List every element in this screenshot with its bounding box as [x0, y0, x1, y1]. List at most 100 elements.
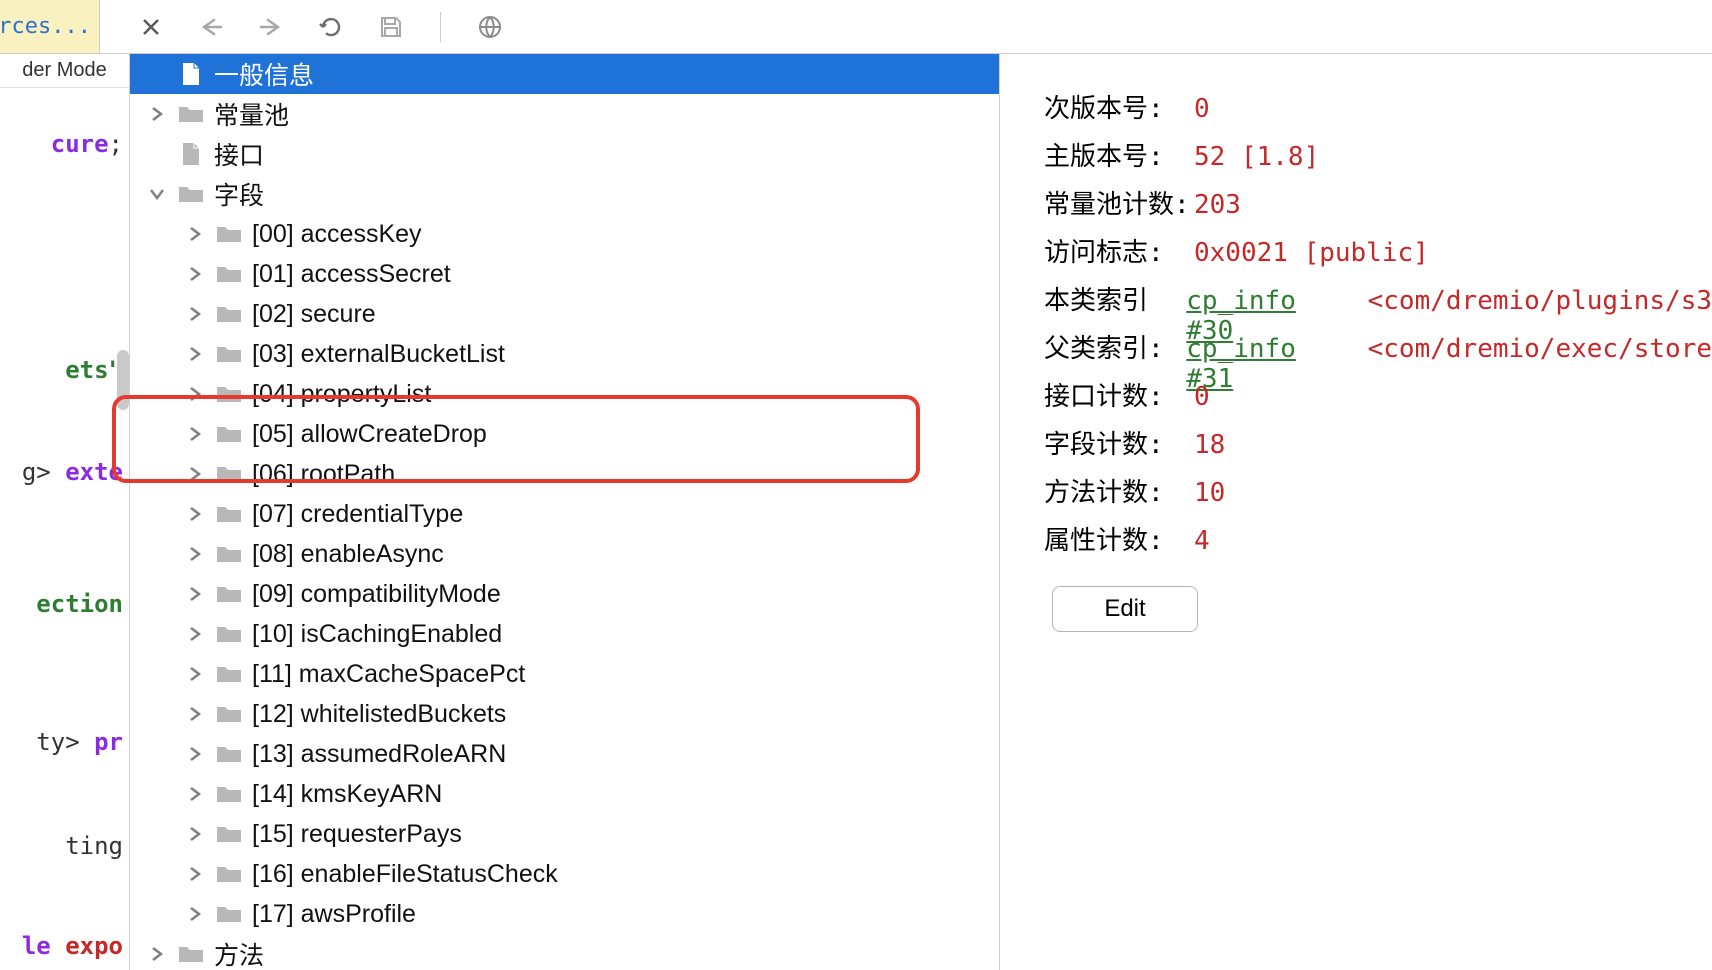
chevron-icon[interactable]: [184, 866, 206, 882]
tree-item[interactable]: [02] secure: [130, 294, 999, 334]
tree-item-label: [17] awsProfile: [252, 900, 416, 929]
folder-icon: [216, 263, 242, 285]
forward-icon[interactable]: [256, 12, 286, 42]
detail-row: 主版本号:52 [1.8]: [1044, 136, 1712, 184]
tree-item-label: 接口: [214, 136, 264, 172]
toolbar-separator: [440, 12, 441, 42]
chevron-icon[interactable]: [184, 306, 206, 322]
tree-item[interactable]: [09] compatibilityMode: [130, 574, 999, 614]
tree-item[interactable]: [05] allowCreateDrop: [130, 414, 999, 454]
tree-item[interactable]: [06] rootPath: [130, 454, 999, 494]
toolbar-icons: [100, 12, 505, 42]
chevron-icon[interactable]: [184, 906, 206, 922]
tree-item[interactable]: 字段: [130, 174, 999, 214]
chevron-icon[interactable]: [184, 786, 206, 802]
detail-value: 10: [1194, 478, 1225, 508]
globe-icon[interactable]: [475, 12, 505, 42]
tree-item[interactable]: 接口: [130, 134, 999, 174]
cp-info-link[interactable]: cp_info #31: [1186, 334, 1349, 394]
chevron-icon[interactable]: [184, 266, 206, 282]
chevron-icon[interactable]: [184, 506, 206, 522]
detail-label: 接口计数:: [1044, 376, 1194, 413]
folder-icon: [216, 423, 242, 445]
chevron-icon[interactable]: [146, 188, 168, 200]
detail-row: 方法计数:10: [1044, 472, 1712, 520]
detail-row: 属性计数:4: [1044, 520, 1712, 568]
chevron-icon[interactable]: [184, 666, 206, 682]
folder-icon: [216, 663, 242, 685]
tree-item[interactable]: [03] externalBucketList: [130, 334, 999, 374]
save-icon[interactable]: [376, 12, 406, 42]
tree-item-label: [07] credentialType: [252, 500, 463, 529]
edit-button[interactable]: Edit: [1052, 586, 1198, 632]
chevron-icon[interactable]: [184, 626, 206, 642]
tree-item[interactable]: [13] assumedRoleARN: [130, 734, 999, 774]
tree-item[interactable]: [08] enableAsync: [130, 534, 999, 574]
tree-item[interactable]: [10] isCachingEnabled: [130, 614, 999, 654]
back-icon[interactable]: [196, 12, 226, 42]
tree-item[interactable]: 方法: [130, 934, 999, 970]
tree-item-label: [00] accessKey: [252, 220, 422, 249]
folder-icon: [216, 463, 242, 485]
tree-item-label: [15] requesterPays: [252, 820, 462, 849]
chevron-icon[interactable]: [184, 706, 206, 722]
detail-value: 4: [1194, 526, 1210, 556]
detail-value: 0: [1194, 382, 1210, 412]
detail-label: 属性计数:: [1044, 520, 1194, 557]
refresh-icon[interactable]: [316, 12, 346, 42]
tree-item-label: [03] externalBucketList: [252, 340, 505, 369]
tree-item[interactable]: [00] accessKey: [130, 214, 999, 254]
file-icon: [178, 63, 204, 85]
folder-icon: [216, 503, 242, 525]
file-icon: [178, 143, 204, 165]
tree-item[interactable]: [11] maxCacheSpacePct: [130, 654, 999, 694]
chevron-icon[interactable]: [184, 426, 206, 442]
code-fragment: g> exte: [22, 458, 123, 486]
tree-item-label: 常量池: [214, 96, 289, 132]
code-tab[interactable]: der Mode: [0, 54, 129, 88]
chevron-icon[interactable]: [146, 106, 168, 122]
folder-icon: [216, 303, 242, 325]
tree-item[interactable]: [16] enableFileStatusCheck: [130, 854, 999, 894]
code-column: der Mode cure;ets"g> exteectionty> prtin…: [0, 54, 130, 970]
chevron-icon[interactable]: [146, 946, 168, 962]
scrollbar-thumb[interactable]: [117, 350, 129, 410]
detail-label: 主版本号:: [1044, 136, 1194, 173]
close-icon[interactable]: [136, 12, 166, 42]
toolbar-left-tab[interactable]: urces...: [0, 0, 100, 53]
tree-item[interactable]: [07] credentialType: [130, 494, 999, 534]
code-fragment: ting: [65, 832, 123, 860]
tree-column: 一般信息常量池接口字段 [00] accessKey [01] accessSec…: [130, 54, 1000, 970]
chevron-icon[interactable]: [184, 546, 206, 562]
tree-item-label: [13] assumedRoleARN: [252, 740, 506, 769]
chevron-icon[interactable]: [184, 746, 206, 762]
tree-item[interactable]: [04] propertyList: [130, 374, 999, 414]
tree-item[interactable]: [12] whitelistedBuckets: [130, 694, 999, 734]
detail-label: 常量池计数:: [1044, 184, 1194, 221]
chevron-icon[interactable]: [184, 466, 206, 482]
tree-item-label: [06] rootPath: [252, 460, 395, 489]
tree-item-label: [10] isCachingEnabled: [252, 620, 502, 649]
tree-item[interactable]: [14] kmsKeyARN: [130, 774, 999, 814]
chevron-icon[interactable]: [184, 386, 206, 402]
detail-value: 52 [1.8]: [1194, 142, 1319, 172]
folder-icon: [216, 223, 242, 245]
tree-item[interactable]: [15] requesterPays: [130, 814, 999, 854]
chevron-icon[interactable]: [184, 826, 206, 842]
detail-label: 父类索引:: [1044, 328, 1186, 365]
tree-item-label: [04] propertyList: [252, 380, 431, 409]
detail-row: 接口计数:0: [1044, 376, 1712, 424]
detail-value: 0: [1194, 94, 1210, 124]
chevron-icon[interactable]: [184, 226, 206, 242]
tree-item[interactable]: [01] accessSecret: [130, 254, 999, 294]
tree-item-label: [14] kmsKeyARN: [252, 780, 442, 809]
tree-item[interactable]: 一般信息: [130, 54, 999, 94]
detail-panel: 次版本号:0主版本号:52 [1.8]常量池计数:203访问标志:0x0021 …: [1000, 54, 1712, 970]
tree-item[interactable]: [17] awsProfile: [130, 894, 999, 934]
chevron-icon[interactable]: [184, 346, 206, 362]
code-fragment: ection: [36, 590, 123, 618]
chevron-icon[interactable]: [184, 586, 206, 602]
folder-icon: [216, 823, 242, 845]
detail-label: 本类索引: [1044, 280, 1186, 317]
tree-item[interactable]: 常量池: [130, 94, 999, 134]
